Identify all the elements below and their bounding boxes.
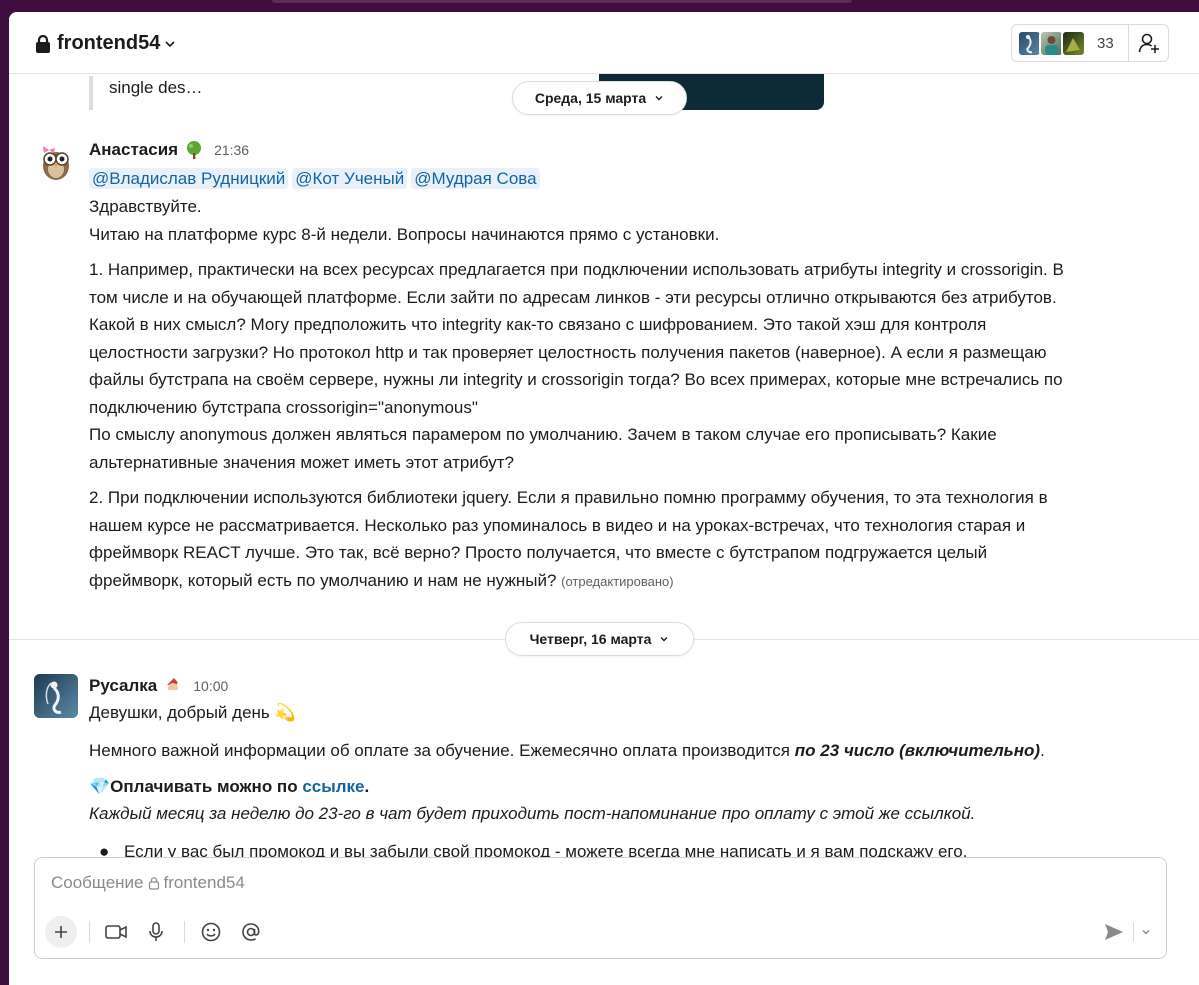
attach-button[interactable] [45, 916, 77, 948]
greeting-text: Здравствуйте. [89, 197, 202, 216]
person-icon [1045, 35, 1058, 55]
channel-header: frontend54 33 [9, 12, 1199, 74]
message-composer[interactable]: Сообщение frontend54 [34, 857, 1167, 959]
window-top-strip [0, 0, 1199, 12]
send-divider [1133, 922, 1134, 942]
payment-link-line: 💎Оплачивать можно по ссылке. [89, 774, 1174, 800]
date-divider-button[interactable]: Четверг, 16 марта [505, 622, 694, 656]
lock-icon [36, 34, 50, 53]
chevron-down-icon[interactable] [1140, 926, 1152, 938]
mentions-row: @Владислав Рудницкий @Кот Ученый @Мудрая С… [89, 166, 1174, 192]
chevron-down-icon [655, 96, 663, 101]
message-body: Девушки, добрый день 💫 Немного важной ин… [89, 699, 1174, 865]
santa-emoji-icon [167, 678, 182, 694]
channel-panel: frontend54 33 single des… Среда, 15 март… [9, 12, 1199, 985]
bold-italic-text: по 23 число (включительно) [794, 740, 1041, 760]
question-paragraph-2: 2. При подключении используются библиоте… [89, 484, 1174, 595]
text-line: нашем курсе не рассматривается. Нескольк… [89, 515, 1026, 535]
message-header: Анастасия 21:36 [89, 140, 249, 160]
greeting-text: Девушки, добрый день [89, 703, 270, 722]
text-line: 2. При подключении используются библиоте… [89, 488, 1048, 507]
video-icon [105, 925, 127, 939]
author-name[interactable]: Русалка [89, 676, 157, 696]
top-tab [272, 0, 852, 3]
emoji-button[interactable] [195, 916, 227, 948]
dizzy-emoji-icon: 💫 [274, 703, 296, 722]
mention-link[interactable]: @Владислав Рудницкий [89, 168, 289, 189]
text-line: фреймворк, который есть по умолчанию и н… [89, 567, 1174, 596]
lock-icon [148, 877, 159, 890]
text-segment: Немного важной информации об оплате за о… [89, 740, 795, 760]
author-name[interactable]: Анастасия [89, 140, 178, 160]
avatar[interactable] [34, 674, 78, 718]
quoted-snippet: single des… [89, 76, 203, 110]
date-label: Среда, 15 марта [534, 90, 647, 106]
add-user-icon [1138, 33, 1159, 53]
text-line-content: фреймворк, который есть по умолчанию и н… [89, 570, 557, 590]
quoted-snippet-text: single des… [109, 78, 203, 97]
text-line: Какой в них смысл? Могу предположить что… [89, 315, 987, 334]
smiley-icon [201, 922, 221, 942]
payment-link[interactable]: ссылке [302, 777, 364, 796]
greeting-line: Девушки, добрый день 💫 [89, 699, 1174, 727]
video-button[interactable] [100, 916, 132, 948]
chevron-down-icon [660, 637, 668, 642]
members-button[interactable]: 33 [1011, 24, 1129, 62]
text-line: подключению бутстрапа crossorigin="anony… [89, 397, 478, 417]
audio-button[interactable] [140, 916, 172, 948]
channel-name: frontend54 [57, 32, 161, 54]
member-count: 33 [1097, 34, 1114, 52]
mermaid-icon [1026, 34, 1033, 53]
composer-toolbar [45, 916, 275, 948]
plus-icon [55, 926, 67, 938]
date-divider-button[interactable]: Среда, 15 марта [512, 81, 687, 115]
add-member-button[interactable] [1129, 24, 1169, 62]
text-line: том числе и на обучающей платформе. Если… [89, 287, 1057, 307]
text-line: фреймворк REACT лучше. Это так, всё верн… [89, 543, 988, 562]
text-line: целостности загрузки? Но протокол http и… [89, 342, 1047, 362]
edited-label: (отредактировано) [561, 573, 674, 589]
question-paragraph-1: 1. Например, практически на всех ресурса… [89, 256, 1174, 476]
text-line: файлы бутстрапа на своём сервере, нужны … [89, 370, 1063, 389]
text-segment: Оплачивать можно по [110, 777, 303, 796]
send-icon[interactable] [1102, 920, 1126, 944]
mention-link[interactable]: @Кот Ученый [292, 168, 408, 189]
message-item[interactable]: Анастасия 21:36 @Владислав Рудницкий @Кот… [9, 122, 1199, 622]
chevron-down-icon [165, 40, 175, 47]
reminder-text: Каждый месяц за неделю до 23-го в чат бу… [89, 804, 976, 823]
mermaid-avatar-icon [34, 674, 78, 718]
microphone-icon [149, 922, 163, 941]
gem-emoji-icon: 💎 [89, 777, 111, 796]
message-time[interactable]: 21:36 [214, 142, 249, 158]
at-sign-icon [242, 923, 260, 941]
message-item[interactable]: Русалка 10:00 Девушки, добрый день 💫 Нем… [9, 659, 1199, 869]
placeholder-channel: frontend54 [163, 873, 245, 892]
tree-emoji-icon [187, 141, 202, 159]
payment-info-line: Немного важной информации об оплате за о… [89, 737, 1174, 765]
date-label: Четверг, 16 марта [529, 631, 652, 647]
owl-avatar-icon [34, 138, 78, 182]
text-line: 1. Например, практически на всех ресурса… [89, 260, 1064, 279]
creature-icon [1066, 37, 1080, 52]
avatar[interactable] [34, 138, 78, 182]
message-time[interactable]: 10:00 [193, 678, 228, 694]
channel-title-button[interactable]: frontend54 [35, 32, 176, 55]
messages-list[interactable]: single des… Среда, 15 марта Анастасия 21… [9, 74, 1199, 861]
message-body: @Владислав Рудницкий @Кот Ученый @Мудрая С… [89, 166, 1174, 595]
message-header: Русалка 10:00 [89, 676, 228, 696]
text-segment: . [1040, 740, 1045, 760]
toolbar-divider [184, 921, 185, 943]
text-segment: . [364, 777, 370, 796]
mention-link[interactable]: @Мудрая Сова [411, 168, 540, 189]
message-input[interactable]: Сообщение frontend54 [51, 873, 245, 893]
toolbar-divider [89, 921, 90, 943]
intro-text: Читаю на платформе курс 8-й недели. Вопр… [89, 224, 720, 244]
text-line: альтернативные значения может иметь этот… [89, 452, 514, 472]
text-line: По смыслу anonymous должен являться пара… [89, 425, 997, 444]
member-avatar [1061, 29, 1086, 57]
placeholder-text: Сообщение [51, 873, 144, 892]
mention-button[interactable] [235, 916, 267, 948]
